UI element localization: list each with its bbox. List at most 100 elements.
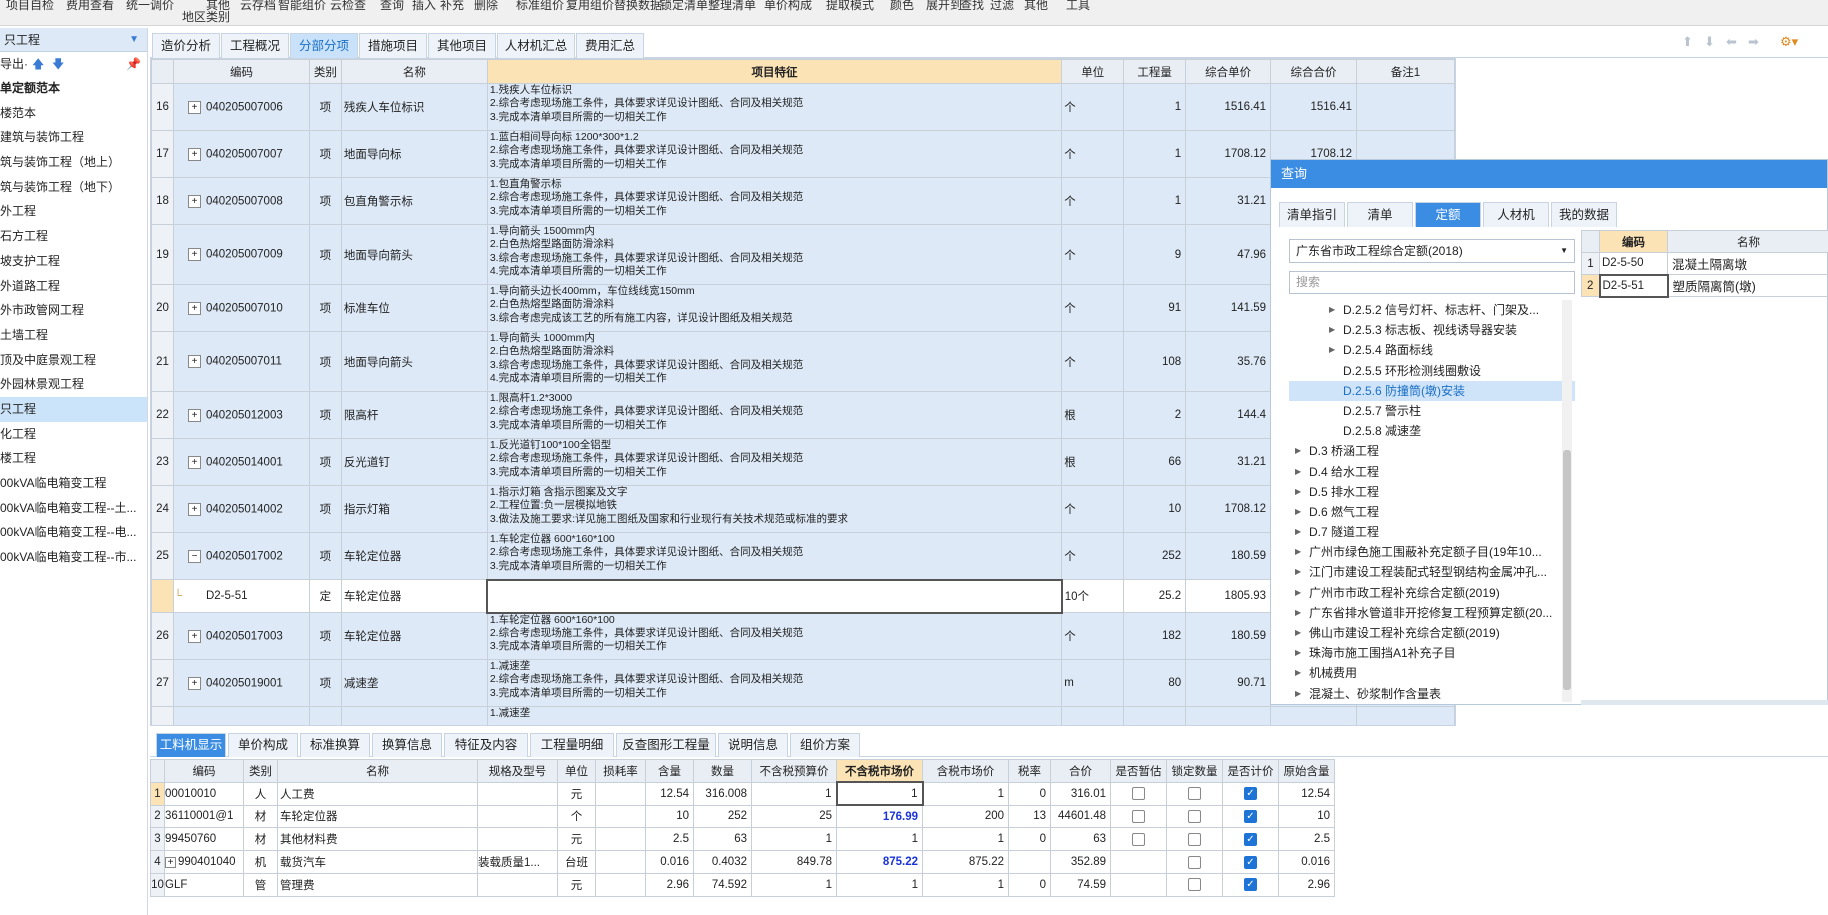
quota-tree-node[interactable]: ▶ 江门市建设工程装配式轻型钢结构金属冲孔... <box>1289 562 1575 582</box>
item-name[interactable]: 车轮定位器 <box>340 532 488 580</box>
item-quantity[interactable]: 91 <box>1123 284 1187 332</box>
expand-icon[interactable]: + <box>187 248 201 261</box>
item-name[interactable]: 标准车位 <box>340 284 488 332</box>
provisional-cell[interactable] <box>1110 827 1167 852</box>
tree-item[interactable]: 筑与装饰工程（地上） <box>0 150 147 175</box>
item-name[interactable]: 反光道钉 <box>340 438 488 486</box>
item-code-cell[interactable] <box>172 706 310 725</box>
provisional-checkbox[interactable] <box>1132 787 1145 801</box>
expand-arrow-icon[interactable]: ▶ <box>1329 300 1335 320</box>
expand-icon[interactable]: + <box>187 676 201 690</box>
quota-tree-node[interactable]: ▶ 广东省排水管道非开挖修复工程预算定额(20... <box>1289 603 1575 623</box>
resource-name[interactable]: 人工费 <box>277 781 478 806</box>
ribbon-button[interactable]: 查询 <box>380 0 404 13</box>
item-name[interactable]: 指示灯箱 <box>340 485 488 533</box>
resource-loss-rate[interactable] <box>595 850 646 874</box>
priced-cell[interactable]: ✓ <box>1222 804 1279 829</box>
expand-arrow-icon[interactable]: ▶ <box>1295 603 1301 623</box>
tab-2[interactable]: 分部分项 <box>290 33 358 58</box>
resource-row[interactable]: 3 99450760 材其他材料费元 2.5 63 1 1 1 0 63 ✓ 2.5 <box>150 827 1335 852</box>
result-code[interactable]: D2-5-51 <box>1598 273 1669 298</box>
item-quantity[interactable]: 10 <box>1123 485 1187 533</box>
ribbon-button[interactable]: 云存档 <box>240 0 276 13</box>
quota-row[interactable]: └ D2-5-51 定车轮定位器 10个 25.2 1805.93 <box>151 578 1455 614</box>
resource-unit[interactable]: 台班 <box>557 850 596 874</box>
expand-arrow-icon[interactable]: ▶ <box>1329 320 1335 340</box>
query-dialog-title[interactable]: 查询 <box>1271 160 1827 188</box>
chevron-down-icon[interactable]: ▼ <box>1560 240 1568 262</box>
item-name[interactable]: 地面导向箭头 <box>340 331 488 392</box>
ribbon-button[interactable]: 费用查看 <box>66 0 114 13</box>
column-header[interactable]: 综合合价 <box>1270 59 1358 84</box>
item-feature[interactable]: 1.车轮定位器 600*160*100 2.综合考虑现场施工条件，具体要求详见设计… <box>486 612 1063 660</box>
tab-0[interactable]: 造价分析 <box>152 33 220 58</box>
detail-tab-8[interactable]: 组价方案 <box>790 733 860 757</box>
column-header[interactable]: 备注1 <box>1356 59 1455 84</box>
column-header[interactable]: 不含税预算价 <box>751 759 837 783</box>
tree-item[interactable]: 石方工程 <box>0 224 147 249</box>
tree-item[interactable]: 顶及中庭景观工程 <box>0 348 147 373</box>
expand-icon[interactable]: + <box>165 856 176 868</box>
lock-quantity-cell[interactable] <box>1166 781 1223 806</box>
resource-type[interactable]: 机 <box>243 850 278 874</box>
market-price-excl-tax[interactable]: 1 <box>835 781 924 807</box>
tree-item[interactable]: 00kVA临电箱变工程--电... <box>0 520 147 545</box>
item-unit[interactable]: 个 <box>1061 612 1125 660</box>
tree-item[interactable]: 筑与装饰工程（地下） <box>0 175 147 200</box>
detail-tab-3[interactable]: 换算信息 <box>372 733 442 757</box>
column-header[interactable]: 单位 <box>1061 59 1125 84</box>
quota-tree-node[interactable]: ▶ D.2.5.3 标志板、视线诱导器安装 <box>1289 320 1575 340</box>
column-header[interactable]: 是否暂估 <box>1110 759 1167 783</box>
lock-quantity-checkbox[interactable] <box>1188 832 1201 846</box>
item-unit[interactable]: m <box>1061 659 1125 707</box>
market-price-incl-tax[interactable]: 1 <box>922 872 1009 897</box>
tab-4[interactable]: 其他项目 <box>428 33 496 58</box>
bill-item-row[interactable]: 22 +040205012003 项限高杆 1.限高杆1.2*3000 2.综合考虑现场… <box>151 391 1455 439</box>
resource-content[interactable]: 12.54 <box>645 781 694 806</box>
resource-spec[interactable] <box>477 781 558 806</box>
column-header[interactable]: 名称 <box>340 59 488 84</box>
resource-name[interactable]: 其他材料费 <box>277 827 478 852</box>
item-feature[interactable]: 1.减速垄 2.综合考虑现场施工条件，具体要求详见设计图纸、合同及相关规范 3.完成… <box>486 659 1063 707</box>
quota-tree-node[interactable]: ▶ 珠海市施工围挡A1补充子目 <box>1289 643 1575 663</box>
item-name[interactable]: 限高杆 <box>340 391 488 439</box>
tree-item[interactable]: 单定额范本 <box>0 76 147 101</box>
quota-tree-node[interactable]: ▶ D.3 桥涵工程 <box>1289 441 1575 461</box>
item-unit[interactable]: 个 <box>1061 284 1125 332</box>
resource-unit[interactable]: 元 <box>557 872 596 897</box>
resource-code-cell[interactable]: 00010010 <box>164 781 244 806</box>
provisional-checkbox[interactable] <box>1132 832 1145 846</box>
tree-item[interactable]: 00kVA临电箱变工程--土... <box>0 496 147 521</box>
quota-tree-node[interactable]: D.2.5.7 警示柱 <box>1289 401 1575 421</box>
expand-arrow-icon[interactable]: ▶ <box>1295 482 1301 502</box>
quota-library-select[interactable]: 广东省市政工程综合定额(2018) ▼ <box>1289 239 1575 263</box>
item-quantity[interactable]: 1 <box>1123 177 1187 225</box>
item-unit[interactable]: 个 <box>1061 83 1125 131</box>
item-remark[interactable] <box>1356 706 1455 725</box>
result-hscrollbar[interactable] <box>1581 700 1828 705</box>
arrow-down-icon[interactable]: ⬇ <box>1704 34 1715 50</box>
detail-tab-6[interactable]: 反查图形工程量 <box>616 733 716 757</box>
ribbon-button[interactable]: 单价构成 <box>764 0 812 13</box>
detail-tab-4[interactable]: 特征及内容 <box>444 733 528 757</box>
ribbon-button[interactable]: 过滤 <box>990 0 1014 13</box>
tree-item[interactable]: 化工程 <box>0 422 147 447</box>
tree-item[interactable]: 外工程 <box>0 199 147 224</box>
item-type[interactable]: 项 <box>308 438 342 486</box>
lock-quantity-cell[interactable] <box>1166 872 1223 897</box>
collapse-icon[interactable]: − <box>187 549 201 563</box>
resource-loss-rate[interactable] <box>595 872 646 897</box>
ribbon-button[interactable]: 展开到 <box>926 0 962 13</box>
item-unit[interactable]: 个 <box>1061 532 1125 580</box>
bill-item-row[interactable]: 1.减速垄 <box>151 706 1455 725</box>
quota-result-row[interactable]: 1 D2-5-50 混凝土隔离墩 <box>1581 252 1828 275</box>
resource-content[interactable]: 0.016 <box>645 850 694 874</box>
item-code-cell[interactable]: +040205007006 <box>172 83 310 131</box>
bill-item-row[interactable]: 27 +040205019001 项减速垄 1.减速垄 2.综合考虑现场施工条件，具体要… <box>151 659 1455 707</box>
query-tab-0[interactable]: 清单指引 <box>1279 202 1345 227</box>
item-type[interactable]: 项 <box>308 532 342 580</box>
item-type[interactable]: 项 <box>308 485 342 533</box>
expand-arrow-icon[interactable]: ▶ <box>1295 542 1301 562</box>
resource-name[interactable]: 载货汽车 <box>277 850 478 874</box>
query-tab-4[interactable]: 我的数据 <box>1551 202 1617 227</box>
